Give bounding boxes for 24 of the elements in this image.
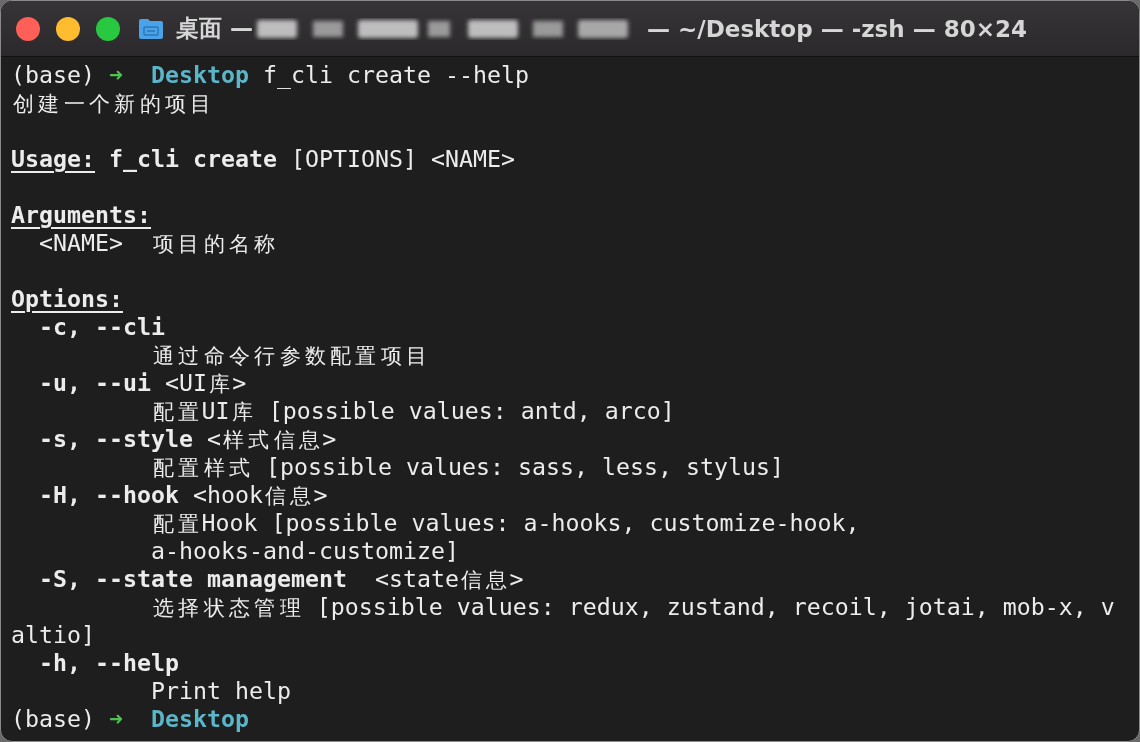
output-line: -s, --style <样式信息> — [39, 425, 337, 453]
output-line: -u, --ui <UI库> — [39, 369, 247, 397]
output-line: 配置Hook [possible values: a-hooks, customize-hook, — [152, 509, 860, 537]
output-line: 创建一个新的项目 — [12, 91, 213, 117]
output-line: Print help — [151, 677, 291, 705]
window-title: 桌面 — — [176, 14, 253, 43]
output-line: Arguments: — [11, 201, 151, 229]
minimize-button[interactable] — [56, 16, 80, 41]
zoom-button[interactable] — [96, 16, 120, 41]
output-line: altio] — [11, 621, 95, 649]
output-line: -c, --cli — [39, 313, 165, 341]
folder-icon — [138, 17, 164, 40]
output-line: -S, --state management <state信息> — [39, 565, 524, 593]
output-line: (base) ➜ Desktop — [11, 705, 249, 733]
output-line: a-hooks-and-customize] — [151, 537, 459, 565]
output-line: -H, --hook <hook信息> — [39, 481, 328, 509]
close-button[interactable] — [16, 16, 40, 41]
output-line: 通过命令行参数配置项目 — [152, 343, 428, 369]
output-line: <NAME> 项目的名称 — [39, 229, 277, 257]
window-title: — ~/Desktop — -zsh — 80×24 — [647, 15, 1027, 42]
output-line: Options: — [11, 285, 123, 313]
output-line: 配置样式 [possible values: sass, less, stylus] — [152, 453, 785, 481]
output-line: -h, --help — [39, 649, 179, 677]
output-line: Usage: f_cli create [OPTIONS] <NAME> — [11, 145, 515, 173]
